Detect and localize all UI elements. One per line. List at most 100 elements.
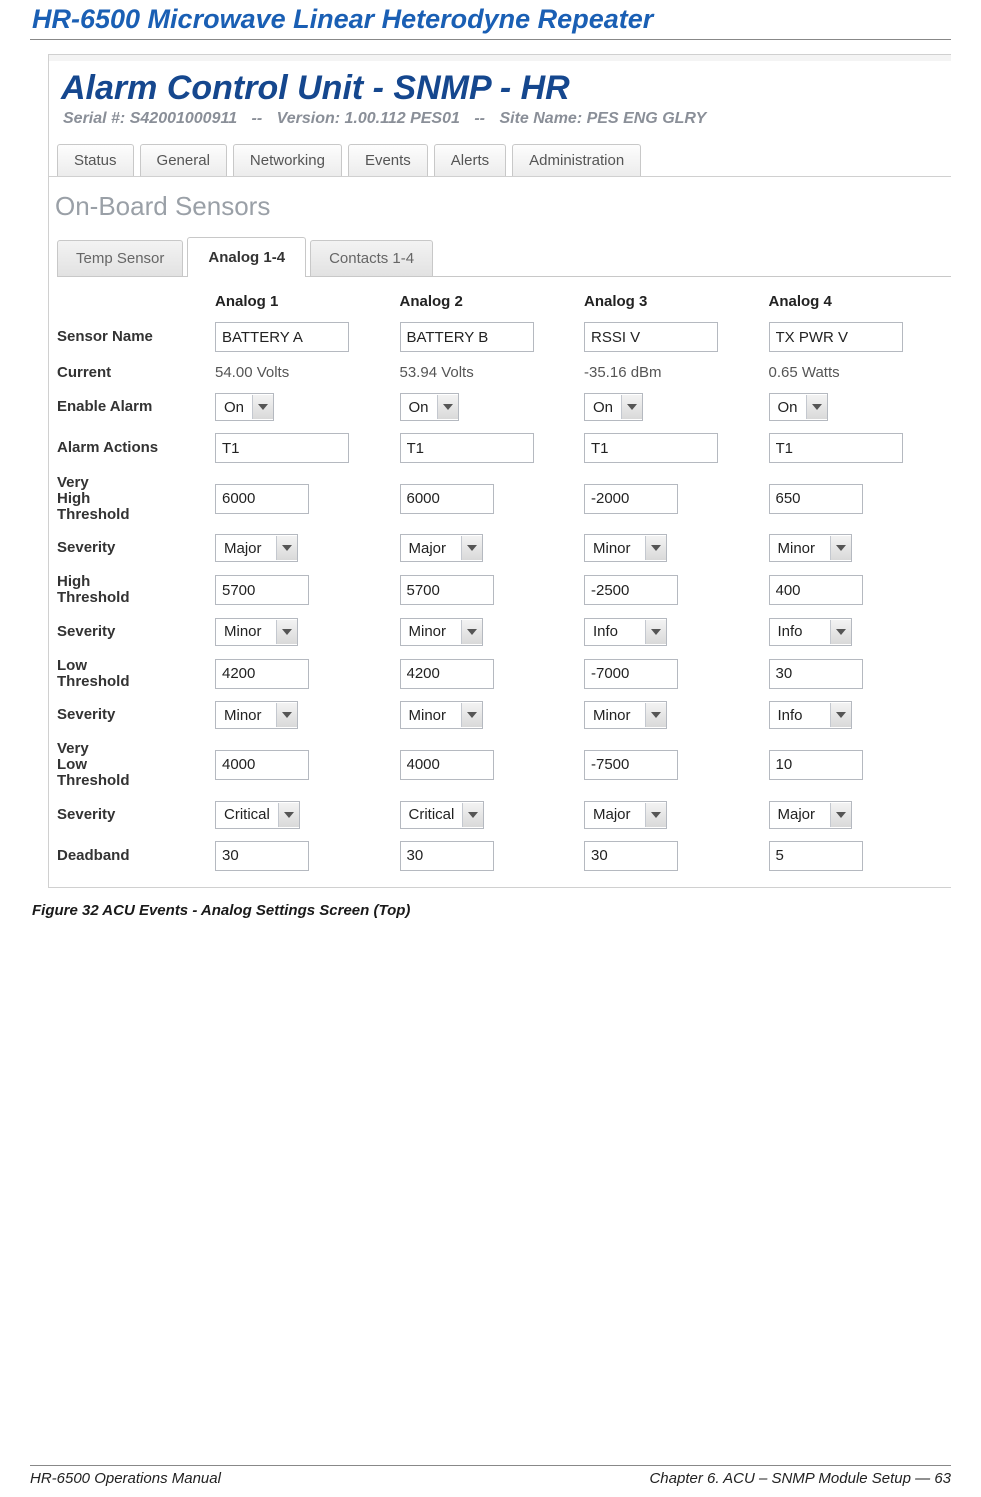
chevron-down-icon bbox=[276, 536, 297, 560]
dropdown-value: On bbox=[770, 399, 806, 416]
dropdown[interactable]: Info bbox=[769, 701, 852, 729]
dropdown-value: Minor bbox=[401, 623, 461, 640]
text-input[interactable] bbox=[584, 322, 718, 352]
cell bbox=[582, 427, 767, 469]
subtab-analog-1-4[interactable]: Analog 1-4 bbox=[187, 237, 306, 277]
cell: Major bbox=[582, 795, 767, 835]
dropdown-value: Major bbox=[216, 540, 276, 557]
page-footer: HR-6500 Operations Manual Chapter 6. ACU… bbox=[30, 1465, 951, 1487]
cell bbox=[398, 316, 583, 358]
app-title: Alarm Control Unit - SNMP - HR bbox=[49, 61, 951, 110]
subtab-contacts-1-4[interactable]: Contacts 1-4 bbox=[310, 240, 433, 276]
text-input[interactable] bbox=[215, 322, 349, 352]
text-input[interactable] bbox=[215, 484, 309, 514]
dropdown[interactable]: Critical bbox=[215, 801, 300, 829]
dropdown[interactable]: Minor bbox=[584, 701, 667, 729]
cell: Minor bbox=[398, 695, 583, 735]
subtab-temp-sensor[interactable]: Temp Sensor bbox=[57, 240, 183, 276]
tab-status[interactable]: Status bbox=[57, 144, 134, 176]
cell bbox=[213, 427, 398, 469]
dropdown[interactable]: Minor bbox=[400, 701, 483, 729]
cell bbox=[767, 735, 952, 794]
text-input[interactable] bbox=[215, 659, 309, 689]
cell: On bbox=[582, 387, 767, 427]
text-input[interactable] bbox=[400, 659, 494, 689]
dropdown[interactable]: Minor bbox=[769, 534, 852, 562]
cell: Major bbox=[767, 795, 952, 835]
text-input[interactable] bbox=[584, 433, 718, 463]
cell: Info bbox=[767, 612, 952, 652]
tab-alerts[interactable]: Alerts bbox=[434, 144, 506, 176]
chevron-down-icon bbox=[645, 803, 666, 827]
dropdown-value: Minor bbox=[585, 707, 645, 724]
dropdown[interactable]: Minor bbox=[215, 701, 298, 729]
text-input[interactable] bbox=[584, 841, 678, 871]
chevron-down-icon bbox=[621, 395, 642, 419]
dropdown[interactable]: On bbox=[215, 393, 274, 421]
dropdown[interactable]: Minor bbox=[400, 618, 483, 646]
dropdown[interactable]: Major bbox=[584, 801, 667, 829]
text-input[interactable] bbox=[400, 750, 494, 780]
cell: -35.16 dBm bbox=[582, 358, 767, 387]
tab-general[interactable]: General bbox=[140, 144, 227, 176]
text-input[interactable] bbox=[400, 322, 534, 352]
text-input[interactable] bbox=[769, 484, 863, 514]
cell: Info bbox=[582, 612, 767, 652]
text-input[interactable] bbox=[769, 750, 863, 780]
row-label-alarm_actions: Alarm Actions bbox=[55, 427, 213, 469]
text-input[interactable] bbox=[769, 322, 903, 352]
cell bbox=[213, 469, 398, 528]
chevron-down-icon bbox=[276, 703, 297, 727]
dropdown[interactable]: On bbox=[584, 393, 643, 421]
dropdown[interactable]: Minor bbox=[215, 618, 298, 646]
dropdown[interactable]: On bbox=[400, 393, 459, 421]
dropdown[interactable]: Info bbox=[584, 618, 667, 646]
cell: Minor bbox=[767, 528, 952, 568]
dropdown[interactable]: Critical bbox=[400, 801, 485, 829]
row-label-high: HighThreshold bbox=[55, 568, 213, 612]
cell bbox=[213, 568, 398, 612]
text-input[interactable] bbox=[769, 841, 863, 871]
text-input[interactable] bbox=[215, 575, 309, 605]
text-input[interactable] bbox=[400, 484, 494, 514]
chevron-down-icon bbox=[830, 536, 851, 560]
row-label-sensor_name: Sensor Name bbox=[55, 316, 213, 358]
tab-administration[interactable]: Administration bbox=[512, 144, 641, 176]
text-input[interactable] bbox=[400, 433, 534, 463]
text-input[interactable] bbox=[215, 433, 349, 463]
dropdown-value: On bbox=[216, 399, 252, 416]
cell: On bbox=[767, 387, 952, 427]
text-input[interactable] bbox=[584, 750, 678, 780]
divider-top bbox=[30, 39, 951, 40]
dropdown[interactable]: On bbox=[769, 393, 828, 421]
text-input[interactable] bbox=[584, 575, 678, 605]
tab-networking[interactable]: Networking bbox=[233, 144, 342, 176]
cell: 54.00 Volts bbox=[213, 358, 398, 387]
dropdown[interactable]: Major bbox=[215, 534, 298, 562]
chevron-down-icon bbox=[830, 620, 851, 644]
dropdown[interactable]: Major bbox=[400, 534, 483, 562]
text-input[interactable] bbox=[400, 841, 494, 871]
cell: Critical bbox=[213, 795, 398, 835]
row-label-very_low: VeryLowThreshold bbox=[55, 735, 213, 794]
text-input[interactable] bbox=[584, 659, 678, 689]
cell bbox=[213, 735, 398, 794]
text-input[interactable] bbox=[769, 659, 863, 689]
cell: 0.65 Watts bbox=[767, 358, 952, 387]
col-header: Analog 1 bbox=[213, 283, 398, 316]
text-input[interactable] bbox=[215, 841, 309, 871]
chevron-down-icon bbox=[461, 536, 482, 560]
dropdown[interactable]: Major bbox=[769, 801, 852, 829]
dropdown[interactable]: Info bbox=[769, 618, 852, 646]
row-label-enable_alarm: Enable Alarm bbox=[55, 387, 213, 427]
text-input[interactable] bbox=[215, 750, 309, 780]
col-header: Analog 2 bbox=[398, 283, 583, 316]
cell: Minor bbox=[398, 612, 583, 652]
dropdown[interactable]: Minor bbox=[584, 534, 667, 562]
text-input[interactable] bbox=[769, 575, 863, 605]
text-input[interactable] bbox=[584, 484, 678, 514]
text-input[interactable] bbox=[400, 575, 494, 605]
chevron-down-icon bbox=[645, 703, 666, 727]
text-input[interactable] bbox=[769, 433, 903, 463]
tab-events[interactable]: Events bbox=[348, 144, 428, 176]
